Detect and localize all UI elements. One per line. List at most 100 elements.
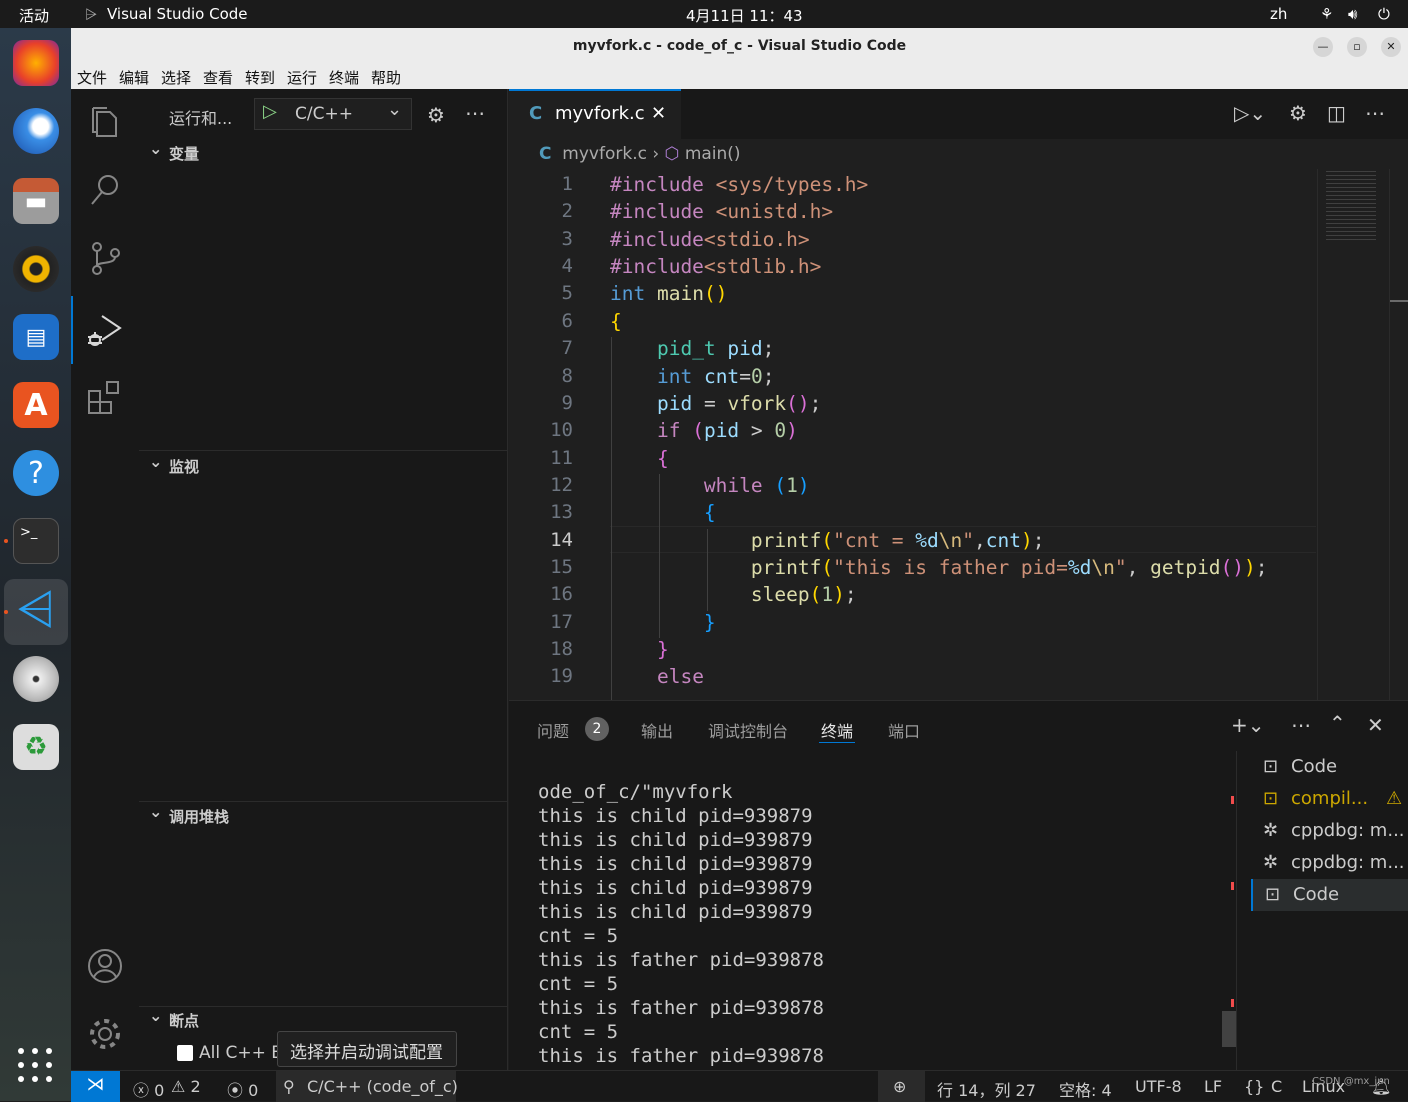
menu-file[interactable]: 文件 xyxy=(77,67,107,88)
tab-problems[interactable]: 问题 xyxy=(537,718,569,742)
disc-icon[interactable] xyxy=(13,656,59,702)
input-language[interactable]: zh xyxy=(1270,5,1287,23)
close-tab-icon[interactable]: ✕ xyxy=(651,103,666,124)
search-icon[interactable] xyxy=(71,160,139,220)
terminal-item[interactable]: ✲ cppdbg: m... xyxy=(1251,815,1408,847)
variables-section-header[interactable]: 变量 xyxy=(139,135,508,168)
volume-icon[interactable]: 🔊︎ xyxy=(1348,5,1357,23)
extensions-icon[interactable] xyxy=(71,368,139,428)
power-icon[interactable]: ⏻ xyxy=(1378,5,1390,23)
encoding[interactable]: UTF-8 xyxy=(1135,1077,1182,1096)
code-line[interactable]: int main() xyxy=(610,282,727,305)
writer-icon[interactable]: ▤ xyxy=(13,314,59,360)
network-icon[interactable]: ⚘ xyxy=(1320,5,1333,23)
start-debug-play-icon[interactable]: ▷ xyxy=(263,101,277,122)
warnings-indicator[interactable]: ⚠ 2 xyxy=(171,1077,201,1096)
menu-terminal[interactable]: 终端 xyxy=(329,67,359,88)
debug-config-select[interactable]: ▷ C/C++ ⌄ xyxy=(254,98,412,130)
indentation[interactable]: 空格: 4 xyxy=(1059,1077,1112,1101)
panel-more-icon[interactable]: ⋯ xyxy=(1291,713,1311,737)
more-actions-icon[interactable]: ⋯ xyxy=(465,101,485,125)
code-line[interactable]: sleep(1); xyxy=(610,583,857,606)
maximize-panel-icon[interactable]: ⌃ xyxy=(1329,711,1346,735)
code-line[interactable]: #include<stdio.h> xyxy=(610,228,810,251)
cursor-position[interactable]: 行 14，列 27 xyxy=(937,1077,1036,1101)
terminal-item-active[interactable]: ⊡ Code xyxy=(1251,879,1408,911)
notifications-bell-icon[interactable]: 🔔︎ xyxy=(1371,1077,1391,1096)
code-line[interactable]: pid_t pid; xyxy=(610,337,774,360)
run-debug-icon[interactable] xyxy=(71,300,139,360)
vscode-icon[interactable]: ⩤ xyxy=(13,581,59,637)
editor-gear-icon[interactable]: ⚙ xyxy=(1289,101,1307,125)
clock[interactable]: 4月11日 11：43 xyxy=(686,5,803,26)
code-line[interactable]: int cnt=0; xyxy=(610,365,774,388)
rhythmbox-icon[interactable] xyxy=(13,246,59,292)
activities-button[interactable]: 活动 xyxy=(19,5,49,26)
callstack-section-header[interactable]: 调用堆栈 xyxy=(139,798,508,831)
tab-output[interactable]: 输出 xyxy=(641,718,673,742)
files-icon[interactable]: ▬ xyxy=(13,178,59,224)
debug-settings-gear-icon[interactable]: ⚙ xyxy=(427,103,445,127)
explorer-icon[interactable] xyxy=(71,92,139,152)
close-panel-icon[interactable]: ✕ xyxy=(1367,713,1384,737)
menu-edit[interactable]: 编辑 xyxy=(119,67,149,88)
thunderbird-icon[interactable] xyxy=(13,108,59,154)
menu-selection[interactable]: 选择 xyxy=(161,67,191,88)
code-line[interactable]: } xyxy=(610,638,669,661)
remote-indicator-icon[interactable]: ⋊ xyxy=(71,1071,120,1102)
breadcrumb-symbol[interactable]: main() xyxy=(685,144,741,164)
code-line[interactable]: else xyxy=(610,665,704,688)
maximize-button[interactable]: ▫ xyxy=(1347,37,1367,57)
end-of-line[interactable]: LF xyxy=(1204,1077,1222,1096)
code-line[interactable]: printf("cnt = %d\n",cnt); xyxy=(610,529,1045,552)
terminal-item[interactable]: ⊡ compil... ⚠ xyxy=(1251,783,1408,815)
accounts-icon[interactable] xyxy=(71,936,139,996)
menu-help[interactable]: 帮助 xyxy=(371,67,401,88)
breadcrumb-file[interactable]: myvfork.c xyxy=(562,144,647,164)
trash-icon[interactable]: ♻ xyxy=(13,724,59,770)
terminal-icon[interactable]: >_ xyxy=(13,518,59,564)
settings-gear-icon[interactable] xyxy=(71,1004,139,1064)
code-line[interactable]: #include <unistd.h> xyxy=(610,200,833,223)
code-line[interactable]: { xyxy=(610,310,622,333)
code-line[interactable]: } xyxy=(610,611,716,634)
minimize-button[interactable]: — xyxy=(1313,37,1333,57)
focused-app-name[interactable]: Visual Studio Code xyxy=(107,5,248,23)
breakpoint-checkbox[interactable] xyxy=(177,1045,193,1061)
errors-indicator[interactable]: ⓧ 0 xyxy=(133,1077,164,1101)
app-center-icon[interactable]: A xyxy=(13,382,59,428)
tab-ports[interactable]: 端口 xyxy=(888,718,920,742)
menu-view[interactable]: 查看 xyxy=(203,67,233,88)
code-line[interactable]: #include <sys/types.h> xyxy=(610,173,868,196)
minimap[interactable] xyxy=(1317,169,1389,700)
code-line[interactable]: { xyxy=(610,447,669,470)
code-line[interactable]: if (pid > 0) xyxy=(610,419,798,442)
watch-section-header[interactable]: 监视 xyxy=(139,448,508,481)
editor-scrollbar[interactable] xyxy=(1389,169,1408,700)
editor-more-icon[interactable]: ⋯ xyxy=(1365,101,1385,125)
new-terminal-icon[interactable]: +⌄ xyxy=(1231,713,1265,737)
terminal-item[interactable]: ⊡ Code xyxy=(1251,751,1408,783)
tab-terminal[interactable]: 终端 xyxy=(821,718,853,742)
source-control-icon[interactable] xyxy=(71,228,139,288)
split-editor-icon[interactable]: ◫ xyxy=(1327,101,1346,125)
code-line[interactable]: { xyxy=(610,501,716,524)
run-file-icon[interactable]: ▷⌄ xyxy=(1234,101,1266,125)
code-line[interactable]: #include<stdlib.h> xyxy=(610,255,821,278)
ports-indicator[interactable]: ⦿ 0 xyxy=(227,1077,258,1101)
menu-go[interactable]: 转到 xyxy=(245,67,275,88)
tab-debug-console[interactable]: 调试控制台 xyxy=(708,718,788,742)
scrollbar-thumb[interactable] xyxy=(1222,1011,1236,1047)
tab-myvfork-c[interactable]: C myvfork.c ✕ xyxy=(509,89,681,139)
menu-run[interactable]: 运行 xyxy=(287,67,317,88)
show-apps-icon[interactable] xyxy=(18,1048,54,1084)
language-mode[interactable]: C xyxy=(1271,1077,1282,1096)
terminal-item[interactable]: ✲ cppdbg: m... xyxy=(1251,847,1408,879)
help-icon[interactable]: ? xyxy=(13,450,59,496)
terminal-scrollbar[interactable] xyxy=(1222,751,1236,1071)
code-line[interactable]: pid = vfork(); xyxy=(610,392,821,415)
code-line[interactable]: while (1) xyxy=(610,474,810,497)
code-line[interactable]: printf("this is father pid=%d\n", getpid… xyxy=(610,556,1268,579)
firefox-icon[interactable] xyxy=(13,40,59,86)
close-window-button[interactable]: ✕ xyxy=(1381,37,1401,57)
